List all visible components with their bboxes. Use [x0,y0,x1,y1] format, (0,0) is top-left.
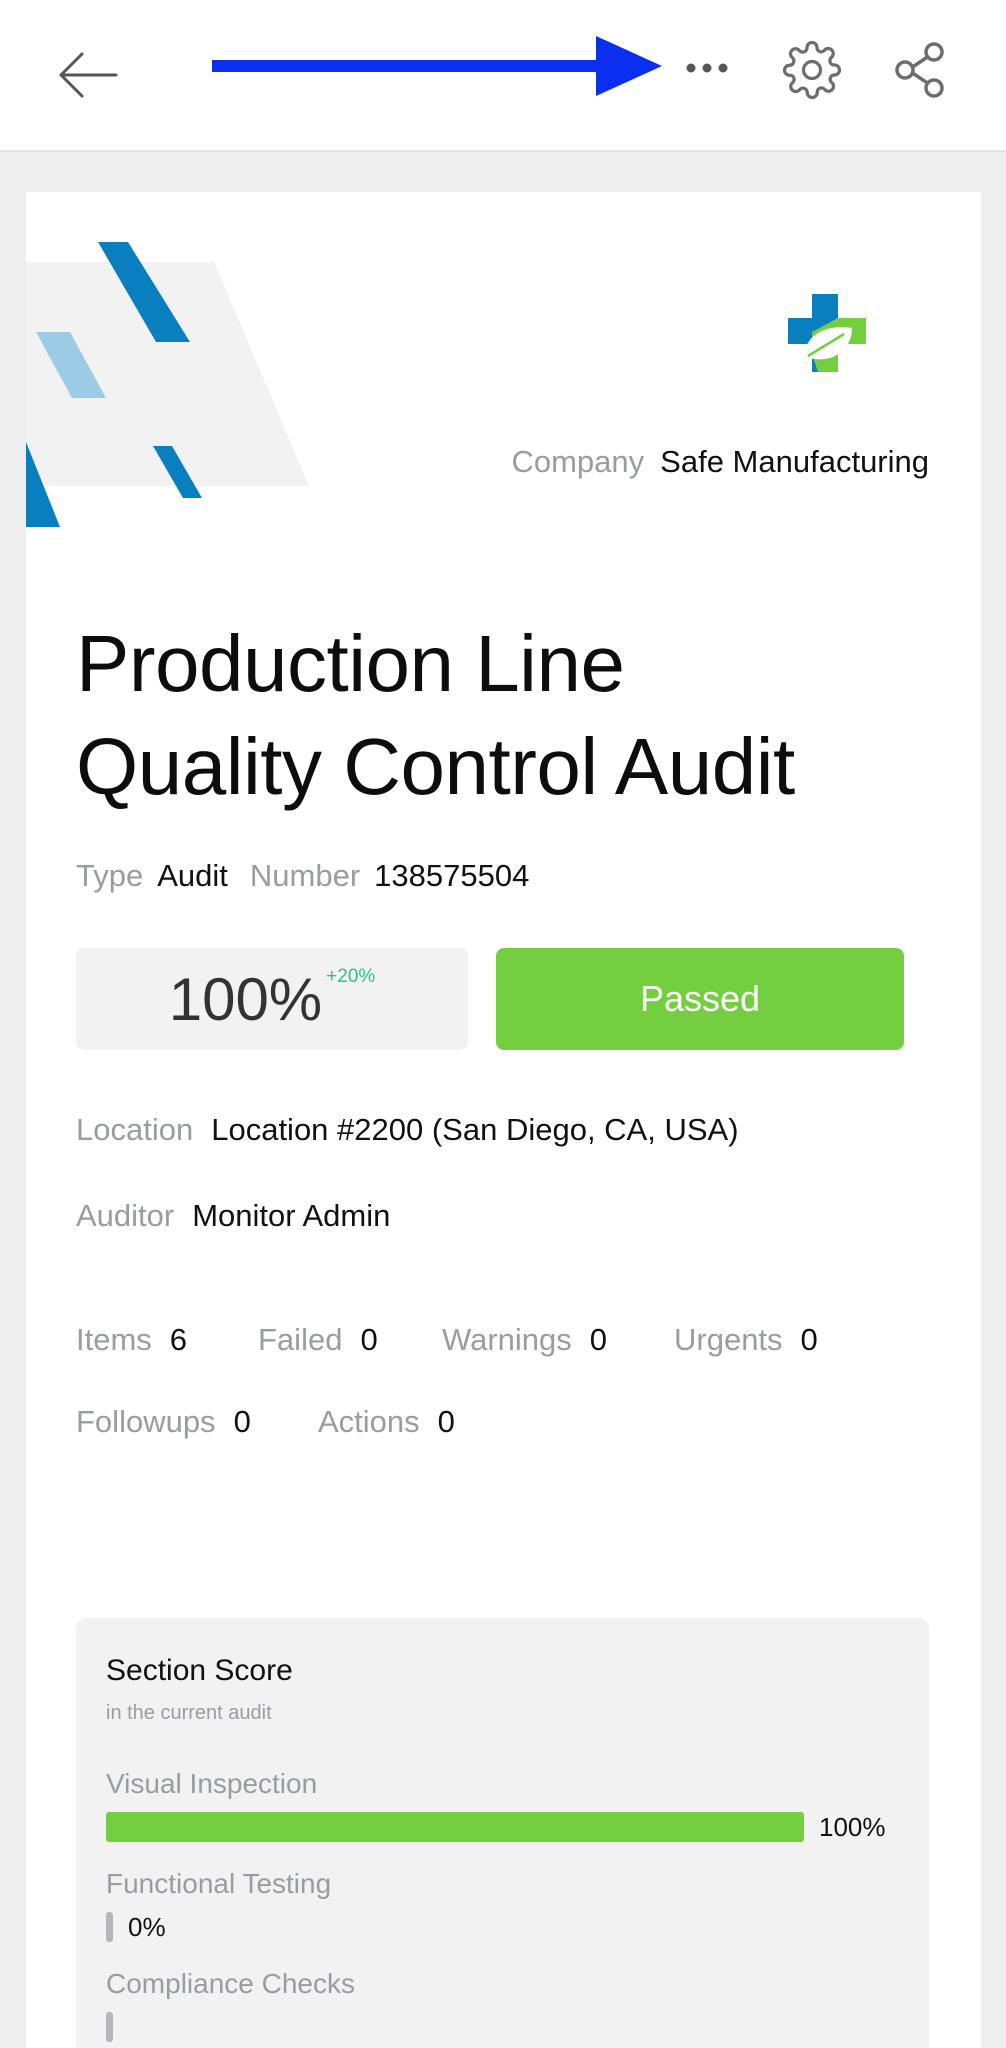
stat-label: Actions [318,1404,420,1439]
section-name: Visual Inspection [106,1768,318,1799]
stat-value: 0 [360,1322,378,1357]
back-button[interactable] [48,40,128,110]
location-row: Location Location #2200 (San Diego, CA, U… [76,1112,739,1148]
auditor-row: Auditor Monitor Admin [76,1198,390,1234]
stat-label: Urgents [674,1322,783,1357]
stat-value: 6 [169,1322,188,1357]
section-bar [106,2012,804,2042]
company-label: Company [511,444,645,479]
stat-label: Warnings [442,1322,572,1357]
share-button[interactable] [880,32,960,108]
auditor-label: Auditor [76,1198,175,1233]
section-name: Compliance Checks [106,1968,355,1999]
stat-label: Items [76,1322,152,1357]
section-bar-fill [106,1812,804,1842]
arrow-left-icon [59,52,118,98]
location-value[interactable]: Location #2200 (San Diego, CA, USA) [211,1112,738,1147]
stat-value: 0 [589,1322,608,1357]
section-name: Functional Testing [106,1868,332,1899]
stat-label: Followups [76,1404,216,1439]
result-status-button[interactable]: Passed [496,948,904,1050]
stat-label: Failed [258,1322,343,1357]
stat-value: 0 [437,1404,455,1439]
section-percent: 0% [128,1912,166,1942]
section-score-title: Section Score [106,1654,293,1687]
score-box: 100% +20% [76,948,468,1050]
stat-items[interactable]: Items 6 [76,1322,187,1358]
title-line-2: Quality Control Audit [76,722,795,811]
stat-failed[interactable]: Failed 0 [258,1322,378,1358]
meta-row: Type Audit Number 138575504 [76,858,551,894]
stat-warnings[interactable]: Warnings 0 [442,1322,607,1358]
section-percent: 100% [819,1812,886,1842]
score-value: 100% [168,965,323,1033]
section-bar [106,1812,804,1842]
top-toolbar [0,0,1006,152]
section-score-panel: Section Score in the current audit Visua… [76,1618,929,2048]
location-label: Location [76,1112,194,1147]
section-bar-fill [106,2012,113,2042]
more-options-button[interactable] [672,40,742,96]
type-value: Audit [157,858,228,893]
more-horizontal-icon [686,63,728,73]
title-line-1: Production Line [76,619,625,708]
annotation-arrow [212,36,662,96]
number-label: Number [249,858,361,893]
company-row: Company Safe Manufacturing [511,444,929,480]
section-bar [106,1912,804,1942]
gear-icon [782,40,842,100]
page-title: Production Line Quality Control Audit [76,612,926,818]
stat-followups[interactable]: Followups 0 [76,1404,251,1440]
section-bar-fill [106,1912,113,1942]
stat-value: 0 [800,1322,818,1357]
auditor-value[interactable]: Monitor Admin [192,1198,390,1233]
section-score-subtitle: in the current audit [106,1702,272,1724]
type-label: Type [76,858,144,893]
number-value: 138575504 [374,858,530,893]
score-delta: +20% [326,966,376,987]
share-icon [895,42,944,98]
stat-actions[interactable]: Actions 0 [318,1404,455,1440]
audit-report-card: Company Safe Manufacturing Production Lin… [26,192,981,2048]
stat-urgents[interactable]: Urgents 0 [674,1322,818,1358]
header-decoration [26,242,309,527]
company-value: Safe Manufacturing [660,444,929,479]
stat-value: 0 [233,1404,251,1439]
settings-button[interactable] [772,32,852,108]
company-logo [788,294,866,372]
